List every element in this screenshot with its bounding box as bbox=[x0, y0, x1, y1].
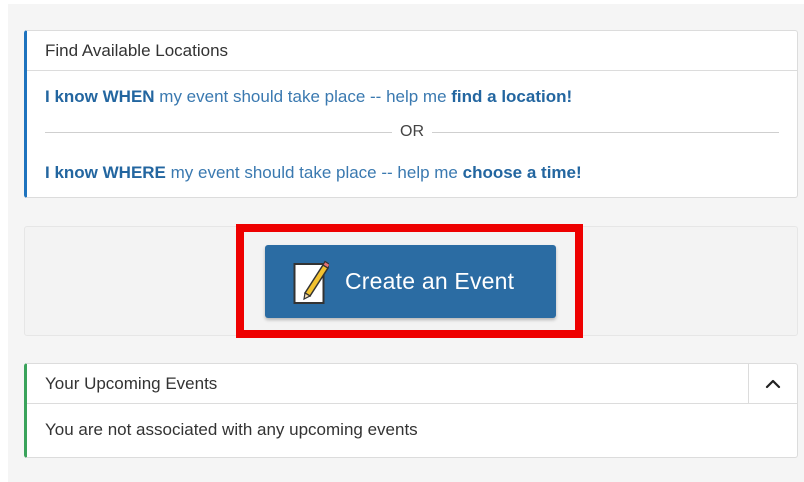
chevron-up-icon bbox=[765, 379, 781, 388]
find-location-link-text: find a location! bbox=[451, 87, 573, 106]
know-where-strong: I know WHERE bbox=[45, 163, 166, 182]
upcoming-events-panel: Your Upcoming Events You are not associa… bbox=[24, 363, 798, 458]
upcoming-events-header: Your Upcoming Events bbox=[27, 364, 797, 404]
know-when-strong: I know WHEN bbox=[45, 87, 155, 106]
or-rule-right bbox=[432, 131, 779, 133]
upcoming-events-title: Your Upcoming Events bbox=[45, 373, 218, 393]
upcoming-events-empty-message: You are not associated with any upcoming… bbox=[45, 420, 418, 439]
or-label: OR bbox=[400, 123, 424, 140]
know-when-middle: my event should take place -- help me bbox=[154, 87, 452, 106]
know-where-middle: my event should take place -- help me bbox=[165, 163, 463, 182]
choose-time-link-text: choose a time! bbox=[462, 163, 582, 182]
collapse-upcoming-button[interactable] bbox=[748, 364, 797, 403]
or-divider: OR bbox=[45, 121, 779, 143]
know-when-link[interactable]: I know WHEN my event should take place -… bbox=[45, 87, 572, 107]
or-rule-left bbox=[45, 131, 392, 133]
know-where-link[interactable]: I know WHERE my event should take place … bbox=[45, 163, 582, 183]
highlight-box bbox=[236, 224, 583, 338]
find-locations-panel: Find Available Locations I know WHEN my … bbox=[24, 30, 798, 198]
find-locations-title: Find Available Locations bbox=[27, 31, 797, 71]
